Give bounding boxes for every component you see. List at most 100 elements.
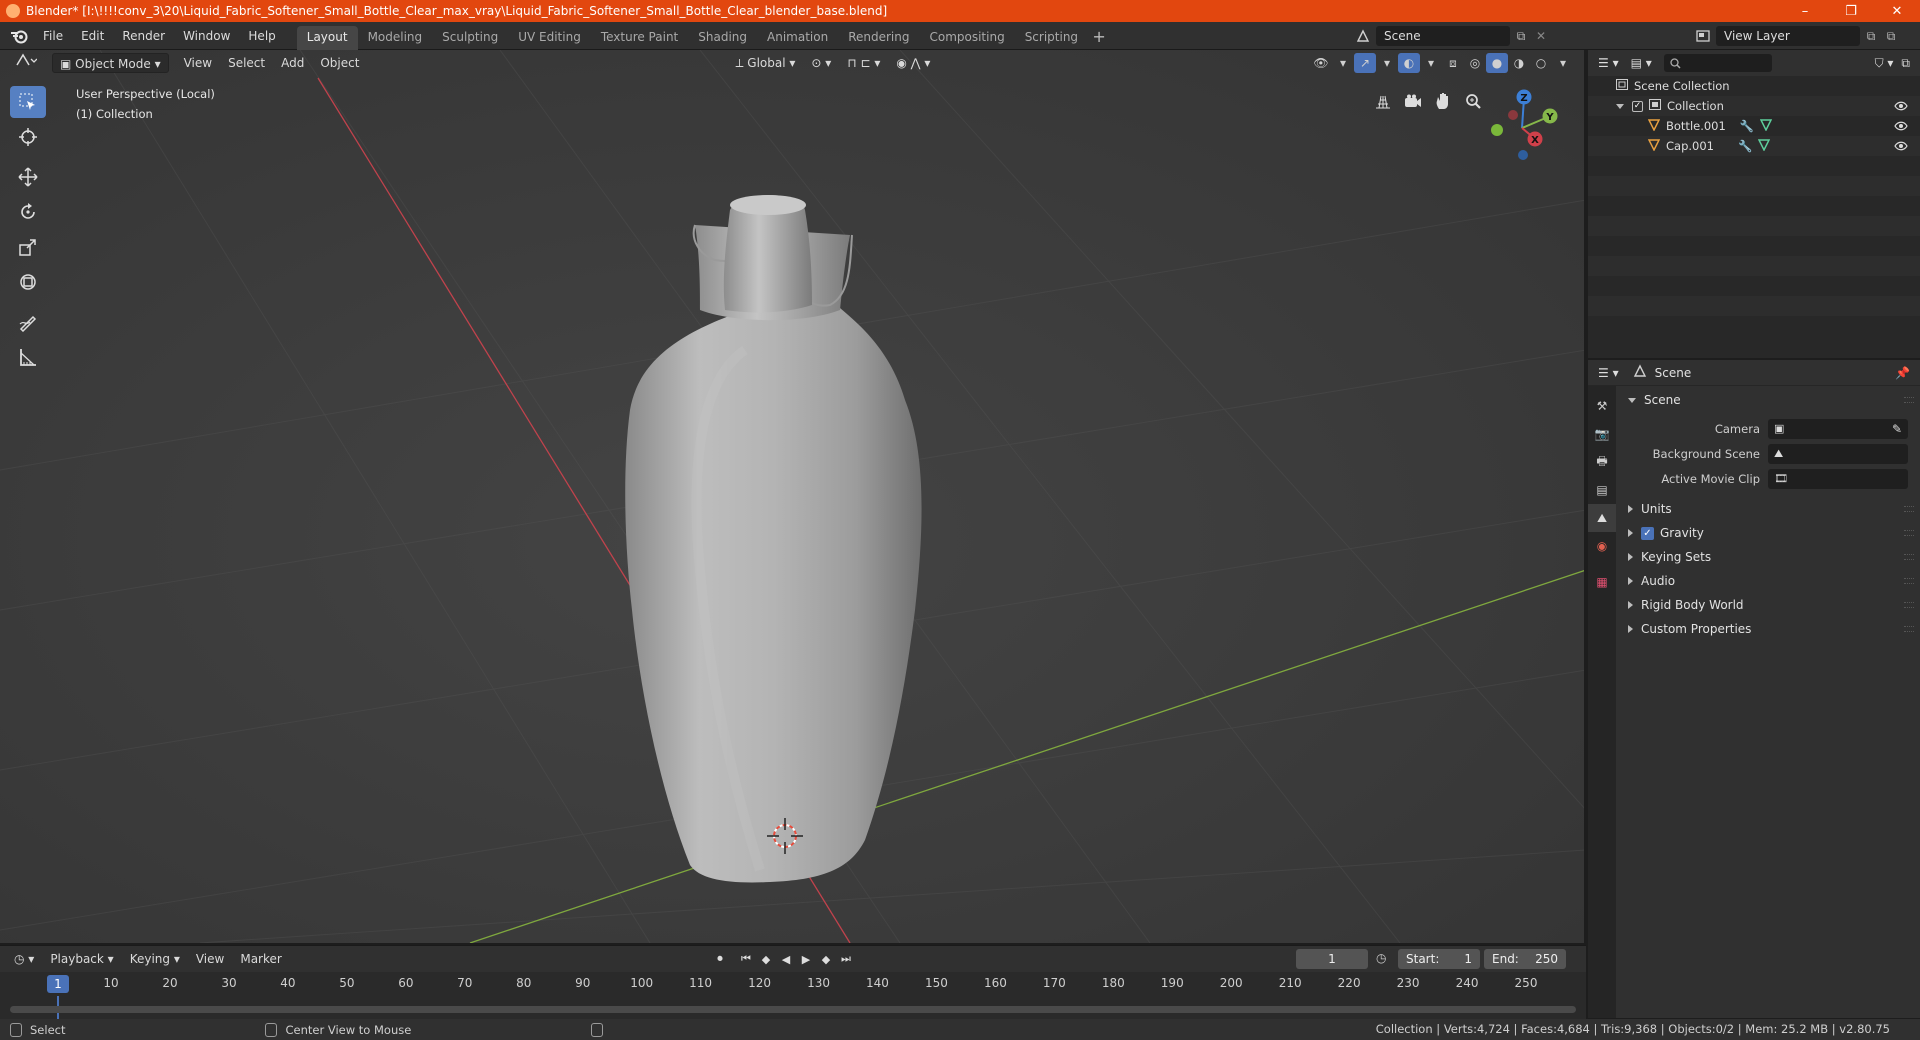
eye-icon[interactable] xyxy=(1894,100,1908,114)
mesh-data-icon[interactable] xyxy=(1758,138,1771,154)
eye-icon[interactable] xyxy=(1894,140,1908,154)
minimize-button[interactable]: – xyxy=(1782,0,1828,22)
toggle-perspective-icon[interactable] xyxy=(1368,86,1398,116)
timeline-menu-keying[interactable]: Keying ▾ xyxy=(122,952,188,966)
chevron-down-icon[interactable]: ▾ xyxy=(1552,53,1574,73)
pivot-point-icon[interactable]: ⊙ ▾ xyxy=(804,53,838,73)
preview-range-icon[interactable]: ◷ xyxy=(1376,951,1386,965)
measure-tool[interactable] xyxy=(10,341,46,373)
tab-animation[interactable]: Animation xyxy=(757,26,838,50)
new-view-layer-icon[interactable]: ⧉ xyxy=(1860,29,1882,44)
modifier-wrench-icon[interactable]: 🔧 xyxy=(1740,119,1754,133)
pin-icon[interactable]: 📌 xyxy=(1895,366,1910,380)
active-movie-clip-field[interactable]: 🎞 xyxy=(1768,468,1908,489)
visibility-icon[interactable]: 👁 xyxy=(1310,53,1332,73)
menu-window[interactable]: Window xyxy=(174,25,239,47)
menu-edit[interactable]: Edit xyxy=(72,25,113,47)
panel-keying-sets[interactable]: Keying Sets xyxy=(1618,545,1920,569)
display-mode-icon[interactable]: ▤ ▾ xyxy=(1631,56,1652,70)
outliner-editor-type-icon[interactable]: ☰ ▾ xyxy=(1598,56,1619,70)
overlay-toggle-icon[interactable]: ◐ xyxy=(1398,53,1420,73)
scene-icon[interactable] xyxy=(1350,29,1376,43)
transform-orientation-dropdown[interactable]: ⟂ Global ▾ xyxy=(728,53,802,73)
gizmo-neg-z[interactable] xyxy=(1518,150,1528,160)
chevron-down-icon[interactable]: ▾ xyxy=(1332,53,1354,73)
viewport-menu-object[interactable]: Object xyxy=(313,53,366,73)
outliner-search-input[interactable] xyxy=(1663,54,1772,72)
drag-grip-icon[interactable] xyxy=(1904,506,1914,512)
tab-modeling[interactable]: Modeling xyxy=(358,26,433,50)
chevron-down-icon[interactable]: ▾ xyxy=(1420,53,1442,73)
tab-scripting[interactable]: Scripting xyxy=(1015,26,1088,50)
jump-end-icon[interactable]: ⏭ xyxy=(836,949,856,969)
scene-name-field[interactable]: Scene xyxy=(1376,26,1510,46)
timeline-ruler[interactable]: 1 10 20 30 40 50 60 70 80 90 100 110 120 130 140 150 16… xyxy=(0,972,1586,996)
tab-world[interactable]: ◉ xyxy=(1588,532,1616,560)
panel-units[interactable]: Units xyxy=(1618,497,1920,521)
collection-checkbox[interactable]: ✓ xyxy=(1632,100,1643,112)
timeline-editor-type-icon[interactable]: ◷ ▾ xyxy=(6,952,42,966)
timeline-menu-playback[interactable]: Playback ▾ xyxy=(42,952,121,966)
viewport-menu-add[interactable]: Add xyxy=(274,53,311,73)
play-reverse-icon[interactable]: ◀ xyxy=(776,949,796,969)
maximize-button[interactable]: ❐ xyxy=(1828,0,1874,22)
view-layer-icon[interactable] xyxy=(1690,30,1716,42)
pan-view-icon[interactable] xyxy=(1428,86,1458,116)
eye-icon[interactable] xyxy=(1894,120,1908,134)
menu-render[interactable]: Render xyxy=(113,25,174,47)
start-frame-field[interactable]: Start: 1 xyxy=(1398,949,1480,969)
prev-keyframe-icon[interactable]: ◆ xyxy=(756,949,776,969)
object-mode-dropdown[interactable]: ▣ Object Mode ▾ xyxy=(52,53,169,73)
tab-layout[interactable]: Layout xyxy=(296,25,358,50)
menu-file[interactable]: File xyxy=(34,25,72,47)
material-shading-icon[interactable]: ◑ xyxy=(1508,53,1530,73)
new-scene-icon[interactable]: ⧉ xyxy=(1510,29,1532,44)
drag-grip-icon[interactable] xyxy=(1904,530,1914,536)
filter-icon[interactable]: ⛉ ▾ xyxy=(1875,56,1894,71)
drag-grip-icon[interactable] xyxy=(1904,554,1914,560)
xray-toggle-icon[interactable]: ⧈ xyxy=(1442,53,1464,73)
chevron-down-icon[interactable]: ▾ xyxy=(1376,53,1398,73)
drag-grip-icon[interactable] xyxy=(1904,397,1914,403)
background-scene-field[interactable]: ⛰ xyxy=(1768,443,1908,464)
delete-scene-icon[interactable]: ✕ xyxy=(1532,29,1550,43)
view-layer-name-field[interactable]: View Layer xyxy=(1716,26,1860,46)
drag-grip-icon[interactable] xyxy=(1904,602,1914,608)
viewport-menu-select[interactable]: Select xyxy=(221,53,272,73)
tab-output[interactable]: 🖶 xyxy=(1588,448,1616,476)
panel-custom-properties[interactable]: Custom Properties xyxy=(1618,617,1920,641)
expand-arrow-icon[interactable] xyxy=(1616,103,1624,109)
outliner-row-bottle[interactable]: Bottle.001 🔧 xyxy=(1588,116,1920,136)
timeline-menu-marker[interactable]: Marker xyxy=(232,952,289,966)
new-collection-icon[interactable]: ⧉ xyxy=(1901,56,1910,71)
annotate-tool[interactable] xyxy=(10,306,46,338)
tab-compositing[interactable]: Compositing xyxy=(919,26,1014,50)
timeline-menu-view[interactable]: View xyxy=(188,952,232,966)
current-frame-field[interactable]: 1 xyxy=(1296,949,1368,969)
rotate-tool[interactable] xyxy=(10,196,46,228)
move-tool[interactable] xyxy=(10,161,46,193)
rendered-shading-icon[interactable]: ○ xyxy=(1530,53,1552,73)
tab-view-layer[interactable]: ▤ xyxy=(1588,476,1616,504)
outliner-row-cap[interactable]: Cap.001 🔧 xyxy=(1588,136,1920,156)
solid-shading-icon[interactable]: ● xyxy=(1486,53,1508,73)
tab-scene[interactable]: ⛰ xyxy=(1588,504,1616,532)
gizmo-neg-x[interactable] xyxy=(1508,110,1518,120)
drag-grip-icon[interactable] xyxy=(1904,578,1914,584)
tab-tool[interactable]: ⚒ xyxy=(1588,392,1616,420)
panel-gravity[interactable]: ✓ Gravity xyxy=(1618,521,1920,545)
tab-sculpting[interactable]: Sculpting xyxy=(432,26,508,50)
panel-scene[interactable]: Scene xyxy=(1618,388,1920,412)
tab-texture[interactable]: ▦ xyxy=(1588,568,1616,596)
record-icon[interactable]: ⏺ xyxy=(710,949,730,969)
editor-type-button[interactable] xyxy=(8,53,44,73)
drag-grip-icon[interactable] xyxy=(1904,626,1914,632)
tab-rendering[interactable]: Rendering xyxy=(838,26,919,50)
close-button[interactable]: ✕ xyxy=(1874,0,1920,22)
playhead-frame-label[interactable]: 1 xyxy=(47,975,69,993)
delete-view-layer-icon[interactable]: ⧉ xyxy=(1882,29,1900,44)
end-frame-field[interactable]: End: 250 xyxy=(1484,949,1566,969)
transform-tool[interactable] xyxy=(10,266,46,298)
cursor-tool[interactable] xyxy=(10,121,46,153)
eyedropper-icon[interactable]: ✎ xyxy=(1892,422,1902,436)
